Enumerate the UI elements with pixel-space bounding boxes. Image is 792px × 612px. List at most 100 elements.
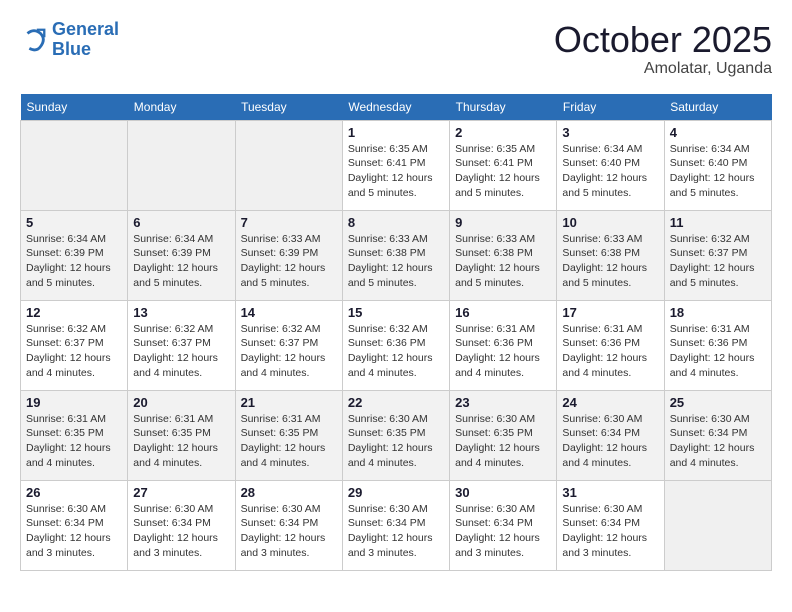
calendar-cell: 1 Sunrise: 6:35 AMSunset: 6:41 PMDaylight… <box>342 120 449 210</box>
day-info: Sunrise: 6:30 AMSunset: 6:35 PMDaylight:… <box>348 412 444 471</box>
day-info: Sunrise: 6:30 AMSunset: 6:34 PMDaylight:… <box>562 502 658 561</box>
calendar-cell: 12 Sunrise: 6:32 AMSunset: 6:37 PMDayligh… <box>21 300 128 390</box>
calendar-cell: 31Sunrise: 6:30 AMSunset: 6:34 PMDayligh… <box>557 480 664 570</box>
calendar-cell: 16Sunrise: 6:31 AMSunset: 6:36 PMDayligh… <box>450 300 557 390</box>
calendar-cell: 28 Sunrise: 6:30 AMSunset: 6:34 PMDayligh… <box>235 480 342 570</box>
week-row-2: 5 Sunrise: 6:34 AMSunset: 6:39 PMDaylight… <box>21 210 772 300</box>
calendar-cell: 19Sunrise: 6:31 AMSunset: 6:35 PMDayligh… <box>21 390 128 480</box>
day-number: 28 <box>241 485 337 500</box>
day-info: Sunrise: 6:33 AMSunset: 6:38 PMDaylight:… <box>562 232 658 291</box>
calendar-cell <box>235 120 342 210</box>
day-info: Sunrise: 6:35 AMSunset: 6:41 PMDaylight:… <box>348 142 444 201</box>
calendar-cell: 17Sunrise: 6:31 AMSunset: 6:36 PMDayligh… <box>557 300 664 390</box>
day-info: Sunrise: 6:34 AMSunset: 6:40 PMDaylight:… <box>670 142 766 201</box>
calendar-cell: 5 Sunrise: 6:34 AMSunset: 6:39 PMDaylight… <box>21 210 128 300</box>
day-info: Sunrise: 6:32 AMSunset: 6:36 PMDaylight:… <box>348 322 444 381</box>
day-number: 11 <box>670 215 766 230</box>
logo-line2: Blue <box>52 39 91 59</box>
day-number: 23 <box>455 395 551 410</box>
month-title: October 2025 <box>554 20 772 60</box>
week-row-1: 1 Sunrise: 6:35 AMSunset: 6:41 PMDaylight… <box>21 120 772 210</box>
day-number: 1 <box>348 125 444 140</box>
page-header: General Blue October 2025 Amolatar, Ugan… <box>20 20 772 78</box>
header-cell-thursday: Thursday <box>450 94 557 121</box>
day-number: 13 <box>133 305 229 320</box>
calendar-cell: 10 Sunrise: 6:33 AMSunset: 6:38 PMDayligh… <box>557 210 664 300</box>
week-row-3: 12 Sunrise: 6:32 AMSunset: 6:37 PMDayligh… <box>21 300 772 390</box>
day-info: Sunrise: 6:30 AMSunset: 6:34 PMDaylight:… <box>133 502 229 561</box>
day-info: Sunrise: 6:35 AMSunset: 6:41 PMDaylight:… <box>455 142 551 201</box>
day-number: 3 <box>562 125 658 140</box>
calendar-cell <box>128 120 235 210</box>
day-info: Sunrise: 6:34 AMSunset: 6:40 PMDaylight:… <box>562 142 658 201</box>
day-info: Sunrise: 6:31 AMSunset: 6:35 PMDaylight:… <box>241 412 337 471</box>
calendar-cell: 15Sunrise: 6:32 AMSunset: 6:36 PMDayligh… <box>342 300 449 390</box>
calendar-cell: 30 Sunrise: 6:30 AMSunset: 6:34 PMDayligh… <box>450 480 557 570</box>
week-row-5: 26 Sunrise: 6:30 AMSunset: 6:34 PMDayligh… <box>21 480 772 570</box>
calendar-cell: 22 Sunrise: 6:30 AMSunset: 6:35 PMDayligh… <box>342 390 449 480</box>
day-info: Sunrise: 6:32 AMSunset: 6:37 PMDaylight:… <box>26 322 122 381</box>
calendar-cell: 23 Sunrise: 6:30 AMSunset: 6:35 PMDayligh… <box>450 390 557 480</box>
day-info: Sunrise: 6:32 AMSunset: 6:37 PMDaylight:… <box>133 322 229 381</box>
day-info: Sunrise: 6:30 AMSunset: 6:34 PMDaylight:… <box>670 412 766 471</box>
logo: General Blue <box>20 20 119 60</box>
header-cell-monday: Monday <box>128 94 235 121</box>
week-row-4: 19 Sunrise: 6:31 AMSunset: 6:35 PMDayligh… <box>21 390 772 480</box>
day-number: 10 <box>562 215 658 230</box>
day-number: 21 <box>241 395 337 410</box>
calendar-cell: 7 Sunrise: 6:33 AMSunset: 6:39 PMDaylight… <box>235 210 342 300</box>
calendar-cell: 11 Sunrise: 6:32 AMSunset: 6:37 PMDayligh… <box>664 210 771 300</box>
calendar-cell: 29Sunrise: 6:30 AMSunset: 6:34 PMDayligh… <box>342 480 449 570</box>
day-number: 19 <box>26 395 122 410</box>
calendar-cell: 8 Sunrise: 6:33 AMSunset: 6:38 PMDaylight… <box>342 210 449 300</box>
header-cell-sunday: Sunday <box>21 94 128 121</box>
day-number: 2 <box>455 125 551 140</box>
calendar-cell: 21 Sunrise: 6:31 AMSunset: 6:35 PMDayligh… <box>235 390 342 480</box>
title-block: October 2025 Amolatar, Uganda <box>554 20 772 78</box>
day-number: 27 <box>133 485 229 500</box>
day-number: 24 <box>562 395 658 410</box>
day-number: 22 <box>348 395 444 410</box>
calendar-cell: 26 Sunrise: 6:30 AMSunset: 6:34 PMDayligh… <box>21 480 128 570</box>
day-info: Sunrise: 6:30 AMSunset: 6:34 PMDaylight:… <box>455 502 551 561</box>
day-number: 14 <box>241 305 337 320</box>
day-info: Sunrise: 6:33 AMSunset: 6:38 PMDaylight:… <box>348 232 444 291</box>
day-number: 12 <box>26 305 122 320</box>
header-cell-friday: Friday <box>557 94 664 121</box>
day-info: Sunrise: 6:30 AMSunset: 6:35 PMDaylight:… <box>455 412 551 471</box>
day-number: 20 <box>133 395 229 410</box>
day-info: Sunrise: 6:34 AMSunset: 6:39 PMDaylight:… <box>26 232 122 291</box>
calendar-cell: 6 Sunrise: 6:34 AMSunset: 6:39 PMDaylight… <box>128 210 235 300</box>
day-info: Sunrise: 6:30 AMSunset: 6:34 PMDaylight:… <box>26 502 122 561</box>
day-number: 18 <box>670 305 766 320</box>
calendar-cell: 4 Sunrise: 6:34 AMSunset: 6:40 PMDaylight… <box>664 120 771 210</box>
calendar-cell <box>664 480 771 570</box>
calendar-cell <box>21 120 128 210</box>
calendar-cell: 24 Sunrise: 6:30 AMSunset: 6:34 PMDayligh… <box>557 390 664 480</box>
day-number: 8 <box>348 215 444 230</box>
day-number: 4 <box>670 125 766 140</box>
day-info: Sunrise: 6:32 AMSunset: 6:37 PMDaylight:… <box>670 232 766 291</box>
calendar-table: SundayMondayTuesdayWednesdayThursdayFrid… <box>20 94 772 571</box>
day-number: 16 <box>455 305 551 320</box>
header-cell-saturday: Saturday <box>664 94 771 121</box>
day-info: Sunrise: 6:31 AMSunset: 6:36 PMDaylight:… <box>670 322 766 381</box>
location: Amolatar, Uganda <box>554 60 772 78</box>
calendar-cell: 20Sunrise: 6:31 AMSunset: 6:35 PMDayligh… <box>128 390 235 480</box>
calendar-cell: 2 Sunrise: 6:35 AMSunset: 6:41 PMDaylight… <box>450 120 557 210</box>
day-number: 7 <box>241 215 337 230</box>
day-number: 6 <box>133 215 229 230</box>
day-number: 29 <box>348 485 444 500</box>
day-number: 26 <box>26 485 122 500</box>
day-info: Sunrise: 6:30 AMSunset: 6:34 PMDaylight:… <box>562 412 658 471</box>
day-number: 5 <box>26 215 122 230</box>
day-info: Sunrise: 6:33 AMSunset: 6:39 PMDaylight:… <box>241 232 337 291</box>
calendar-cell: 25Sunrise: 6:30 AMSunset: 6:34 PMDayligh… <box>664 390 771 480</box>
day-number: 30 <box>455 485 551 500</box>
header-row: SundayMondayTuesdayWednesdayThursdayFrid… <box>21 94 772 121</box>
day-info: Sunrise: 6:30 AMSunset: 6:34 PMDaylight:… <box>241 502 337 561</box>
day-info: Sunrise: 6:33 AMSunset: 6:38 PMDaylight:… <box>455 232 551 291</box>
calendar-cell: 13 Sunrise: 6:32 AMSunset: 6:37 PMDayligh… <box>128 300 235 390</box>
day-info: Sunrise: 6:32 AMSunset: 6:37 PMDaylight:… <box>241 322 337 381</box>
day-info: Sunrise: 6:34 AMSunset: 6:39 PMDaylight:… <box>133 232 229 291</box>
